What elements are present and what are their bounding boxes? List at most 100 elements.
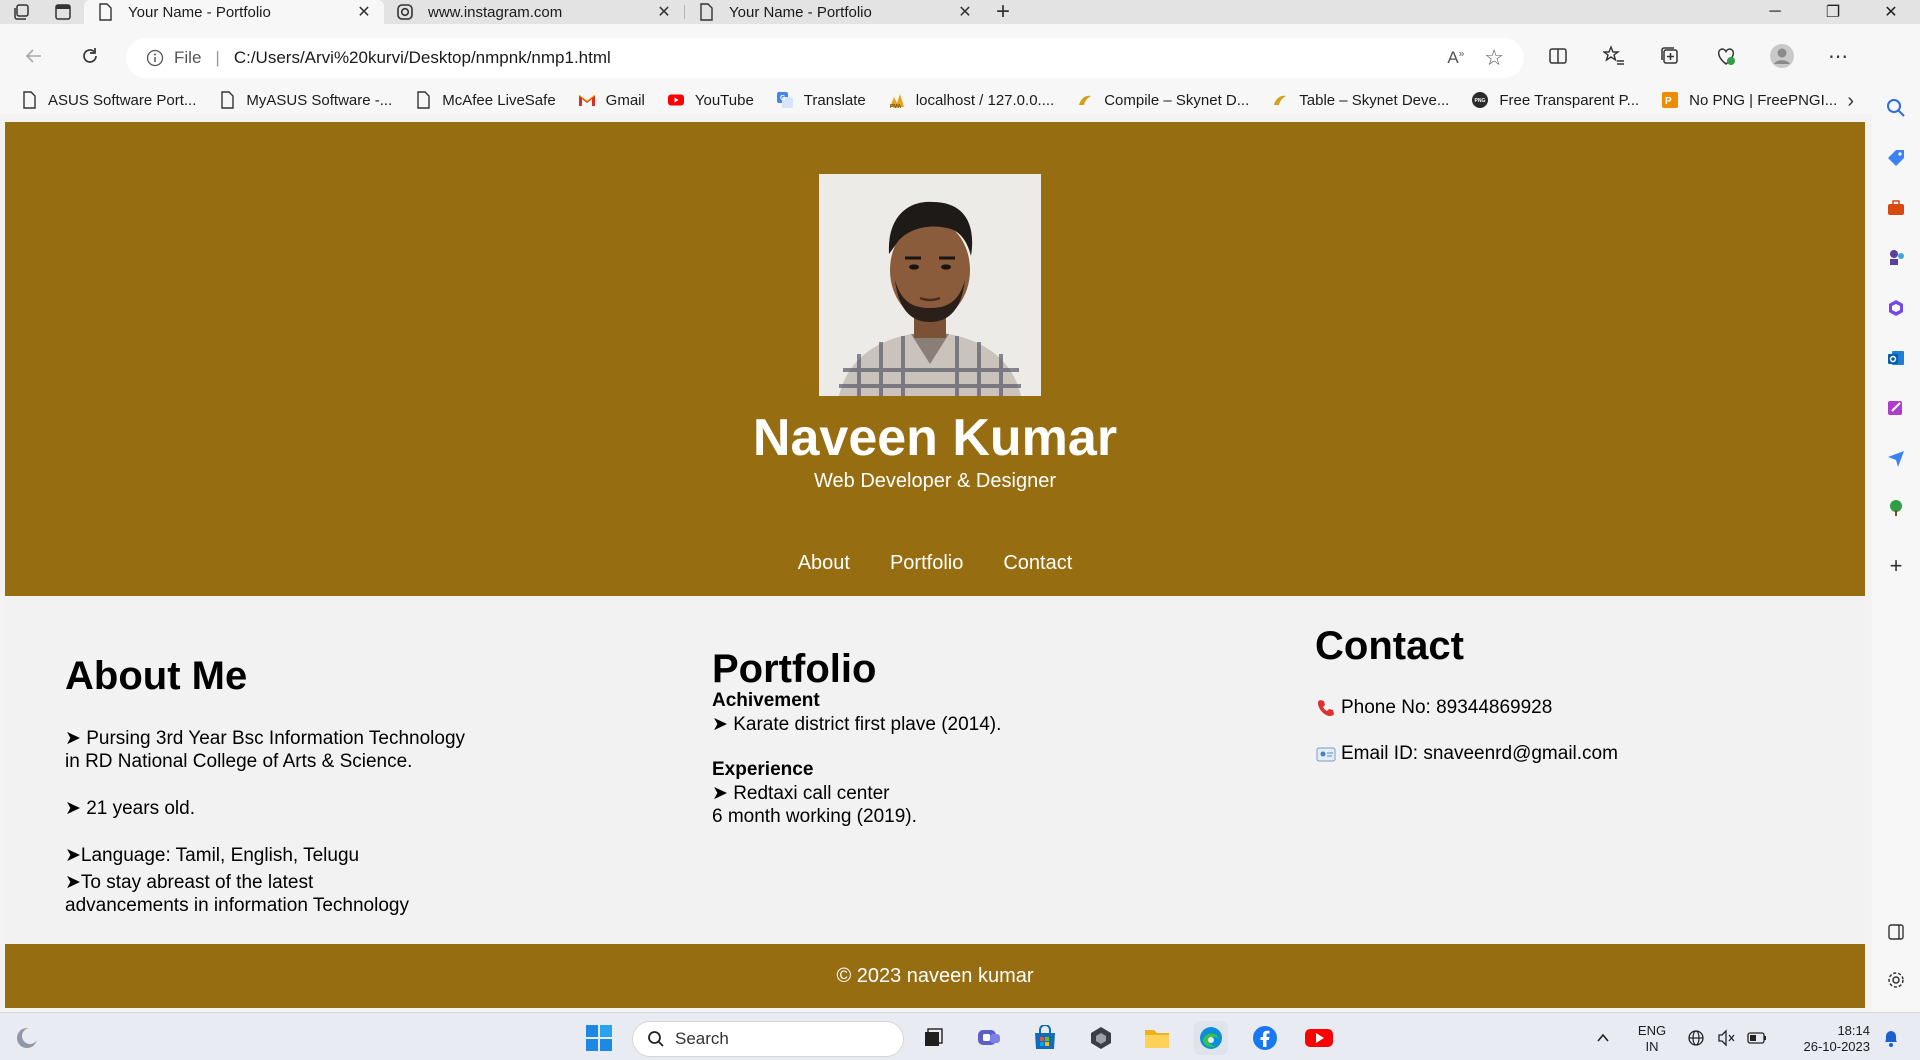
close-icon[interactable]: ✕ — [957, 4, 973, 21]
svg-text:PNG: PNG — [1475, 98, 1486, 104]
bookmark-item[interactable]: Gmail — [578, 91, 645, 109]
favorite-star-icon[interactable]: ☆ — [1484, 45, 1504, 71]
bookmark-item[interactable]: ASUS Software Port... — [20, 91, 196, 109]
collections-icon[interactable] — [1652, 38, 1688, 74]
gmail-icon — [578, 94, 595, 106]
show-hidden-icons-chevron-icon[interactable] — [1592, 1027, 1614, 1049]
bookmark-item[interactable]: PMA localhost / 127.0.0.... — [888, 91, 1054, 109]
portfolio-section: Portfolio Achivement ➤ Karate district f… — [712, 649, 1272, 828]
about-line: ➤To stay abreast of the latest — [65, 872, 314, 893]
nav-link-portfolio[interactable]: Portfolio — [890, 552, 963, 575]
input-language-indicator[interactable]: ENG IN — [1632, 1023, 1672, 1055]
freepngimg-icon: P — [1662, 92, 1679, 108]
search-icon[interactable] — [1884, 96, 1908, 120]
bookmark-item[interactable]: MyASUS Software -... — [218, 91, 392, 109]
taskbar-search-box[interactable]: Search — [632, 1021, 904, 1057]
nav-link-contact[interactable]: Contact — [1003, 552, 1072, 575]
microsoft-365-icon[interactable] — [1884, 296, 1908, 320]
window-close-icon[interactable]: ✕ — [1862, 0, 1920, 24]
network-globe-icon[interactable] — [1685, 1027, 1707, 1049]
volume-muted-icon[interactable] — [1716, 1027, 1738, 1049]
profile-photo — [819, 174, 1041, 396]
hide-sidebar-icon[interactable] — [1884, 920, 1908, 944]
bookmark-item[interactable]: Table – Skynet Deve... — [1271, 91, 1449, 109]
games-chess-icon[interactable] — [1884, 246, 1908, 270]
page-icon — [99, 3, 112, 21]
bookmark-item[interactable]: P No PNG | FreePNGI... — [1661, 91, 1837, 109]
battery-icon[interactable] — [1746, 1027, 1768, 1049]
bookmark-item[interactable]: Compile – Skynet D... — [1076, 91, 1249, 109]
about-line: ➤ 21 years old. — [65, 798, 195, 819]
contact-heading: Contact — [1315, 624, 1464, 668]
bookmarks-overflow-chevron-icon[interactable]: › — [1847, 90, 1854, 113]
edge-sidebar: + — [1872, 24, 1920, 1012]
bookmark-item[interactable]: McAfee LiveSafe — [414, 91, 556, 109]
task-view-icon[interactable] — [916, 1021, 950, 1055]
youtube-app-icon[interactable] — [1302, 1021, 1336, 1055]
tab-portfolio-active[interactable]: Your Name - Portfolio ✕ — [84, 0, 384, 24]
favorites-icon[interactable] — [1596, 38, 1632, 74]
site-nav: About Portfolio Contact — [5, 552, 1865, 575]
lang-region: IN — [1645, 1039, 1659, 1054]
tab-portfolio[interactable]: Your Name - Portfolio ✕ — [685, 0, 985, 24]
profile-avatar-icon[interactable] — [1764, 38, 1800, 74]
designer-icon[interactable] — [1884, 396, 1908, 420]
facebook-icon[interactable] — [1248, 1021, 1282, 1055]
tab-instagram[interactable]: www.instagram.com ✕ — [384, 0, 684, 24]
skynet-icon — [1274, 95, 1287, 105]
footer-text: © 2023 naveen kumar — [836, 964, 1034, 987]
telephone-icon — [1315, 697, 1337, 719]
more-options-icon[interactable]: ⋯ — [1820, 38, 1856, 74]
nav-link-about[interactable]: About — [798, 552, 850, 575]
app-hexagon-icon[interactable] — [1084, 1021, 1118, 1055]
close-icon[interactable]: ✕ — [356, 4, 372, 21]
png-icon: PNG — [1472, 92, 1489, 108]
read-aloud-icon[interactable]: A» — [1447, 48, 1464, 68]
refresh-icon[interactable] — [72, 38, 108, 74]
page-viewport: Naveen Kumar Web Developer & Designer Ab… — [5, 122, 1865, 1008]
hero-header: Naveen Kumar Web Developer & Designer Ab… — [5, 122, 1865, 596]
bookmark-label: ASUS Software Port... — [48, 91, 197, 109]
bookmark-item[interactable]: PNG Free Transparent P... — [1471, 91, 1639, 109]
file-explorer-icon[interactable] — [1140, 1021, 1174, 1055]
workspaces-icon[interactable] — [0, 0, 42, 24]
browser-essentials-icon[interactable] — [1708, 38, 1744, 74]
page-icon — [23, 91, 36, 109]
send-drop-icon[interactable] — [1884, 446, 1908, 470]
svg-text:P: P — [1665, 96, 1672, 107]
tab-actions-icon[interactable] — [42, 0, 84, 24]
teams-chat-icon[interactable] — [972, 1021, 1006, 1055]
back-arrow-icon[interactable] — [16, 38, 52, 74]
search-icon — [648, 1031, 664, 1047]
minimize-icon[interactable]: ─ — [1746, 0, 1804, 24]
page-icon — [700, 3, 713, 21]
address-bar[interactable]: File | C:/Users/Arvi%20kurvi/Desktop/nmp… — [126, 38, 1524, 78]
bookmark-item[interactable]: G Translate — [776, 91, 866, 109]
tree-icon[interactable] — [1884, 496, 1908, 520]
split-screen-icon[interactable] — [1540, 38, 1576, 74]
microsoft-store-icon[interactable] — [1028, 1021, 1062, 1055]
new-tab-button[interactable]: + — [985, 0, 1021, 25]
settings-gear-icon[interactable] — [1884, 968, 1908, 992]
info-icon[interactable] — [146, 49, 164, 67]
achievement-title: Achivement — [712, 690, 820, 711]
about-item: ➤ Pursing 3rd Year Bsc Information Techn… — [65, 727, 625, 773]
notification-bell-icon[interactable] — [1880, 1027, 1902, 1049]
restore-icon[interactable]: ❐ — [1804, 0, 1862, 24]
weather-widget-icon[interactable] — [10, 1021, 44, 1055]
bookmark-item[interactable]: YouTube — [667, 91, 754, 109]
clock[interactable]: 18:14 26-10-2023 — [1780, 1023, 1871, 1055]
edge-browser-icon[interactable] — [1194, 1021, 1228, 1055]
bookmark-label: Compile – Skynet D... — [1104, 91, 1250, 109]
skynet-icon — [1079, 95, 1092, 105]
phone-text: Phone No: 89344869928 — [1341, 697, 1553, 718]
start-windows-icon[interactable] — [582, 1021, 616, 1055]
experience-title: Experience — [712, 759, 814, 780]
close-icon[interactable]: ✕ — [656, 4, 672, 21]
add-icon[interactable]: + — [1884, 553, 1908, 578]
outlook-icon[interactable] — [1884, 346, 1908, 370]
tools-briefcase-icon[interactable] — [1884, 196, 1908, 220]
url-text[interactable]: C:/Users/Arvi%20kurvi/Desktop/nmpnk/nmp1… — [234, 48, 1448, 68]
about-line: ➤Language: Tamil, English, Telugu — [65, 845, 360, 866]
shopping-tag-icon[interactable] — [1884, 146, 1908, 170]
